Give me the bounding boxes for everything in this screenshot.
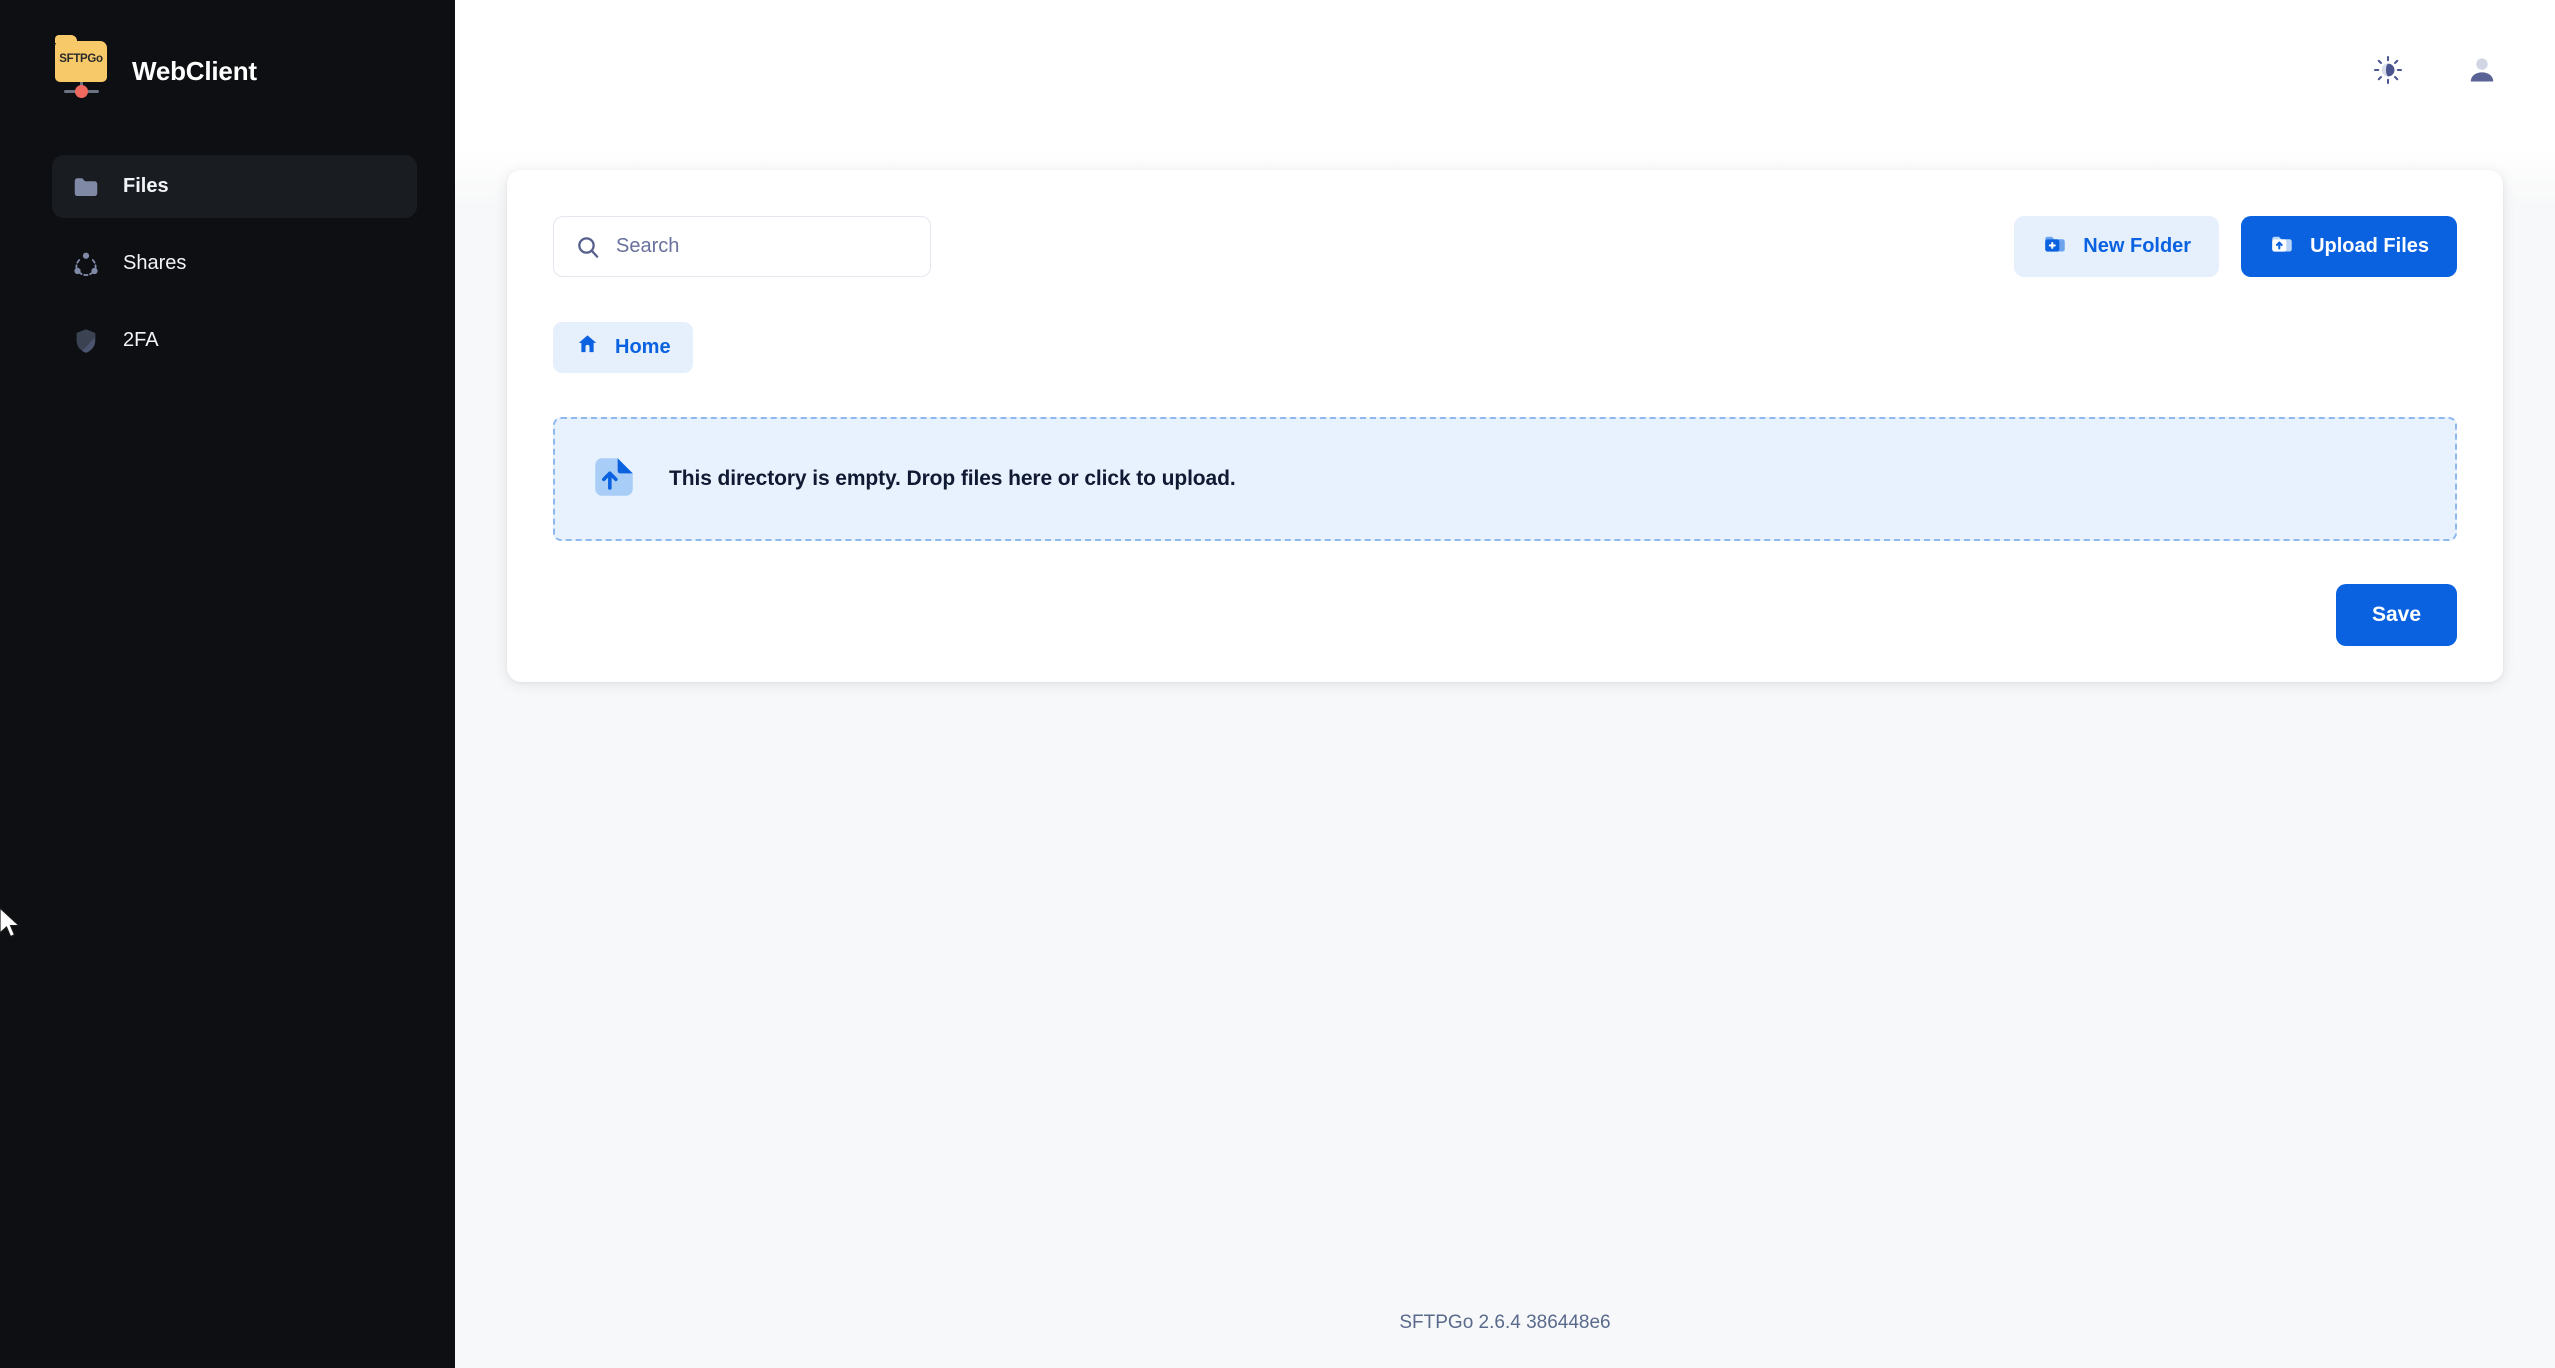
search-input[interactable] <box>553 216 931 277</box>
sidebar-nav: Files Shares 2FA <box>0 155 455 372</box>
search-field-wrapper <box>553 216 931 277</box>
brand-title: WebClient <box>132 55 257 86</box>
theme-toggle-button[interactable] <box>2367 50 2409 92</box>
card-footer: Save <box>553 584 2457 646</box>
save-button[interactable]: Save <box>2335 584 2457 646</box>
profile-avatar-button[interactable] <box>2461 50 2503 92</box>
sun-moon-icon <box>2373 55 2403 88</box>
dropzone-message: This directory is empty. Drop files here… <box>669 467 1236 490</box>
sftpgo-folder-logo-icon: SFTPGo <box>52 35 110 103</box>
folder-upload-icon <box>2269 231 2295 263</box>
folder-plus-icon <box>2042 231 2068 263</box>
sidebar-item-label: Files <box>123 175 169 197</box>
sidebar-item-label: Shares <box>123 252 187 274</box>
breadcrumb: Home <box>553 322 2457 373</box>
breadcrumb-item-home[interactable]: Home <box>553 322 693 373</box>
sidebar-item-label: 2FA <box>123 329 159 351</box>
logo-text: SFTPGo <box>59 53 103 65</box>
sidebar-item-files[interactable]: Files <box>52 155 417 218</box>
toolbar-actions: New Folder Upload Files <box>2014 216 2457 277</box>
user-avatar-icon <box>2466 54 2498 89</box>
folder-icon <box>71 172 101 202</box>
content-area: New Folder <box>455 148 2555 1368</box>
share-network-icon <box>71 249 101 279</box>
main-content: New Folder <box>455 0 2555 1368</box>
home-icon <box>575 332 600 363</box>
upload-files-button[interactable]: Upload Files <box>2241 216 2457 277</box>
web-client-app: SFTPGo WebClient Files Shares 2FA Search… <box>0 0 2555 1368</box>
sidebar-item-2fa[interactable]: 2FA <box>52 309 417 372</box>
sidebar: SFTPGo WebClient Files Shares 2FA <box>0 0 455 1368</box>
upload-files-label: Upload Files <box>2310 235 2429 257</box>
file-upload-icon <box>589 452 639 507</box>
app-footer: SFTPGo 2.6.4 386448e6 <box>1399 1312 1611 1333</box>
empty-directory-dropzone[interactable]: This directory is empty. Drop files here… <box>553 417 2457 541</box>
mouse-cursor <box>0 907 21 938</box>
shield-icon <box>71 326 101 356</box>
file-browser-card: New Folder <box>507 170 2503 682</box>
brand[interactable]: SFTPGo WebClient <box>0 26 455 98</box>
card-toolbar: New Folder <box>553 216 2457 277</box>
new-folder-button[interactable]: New Folder <box>2014 216 2220 277</box>
sidebar-item-shares[interactable]: Shares <box>52 232 417 295</box>
topbar <box>455 0 2555 148</box>
new-folder-label: New Folder <box>2083 235 2192 257</box>
breadcrumb-item-label: Home <box>615 336 671 358</box>
